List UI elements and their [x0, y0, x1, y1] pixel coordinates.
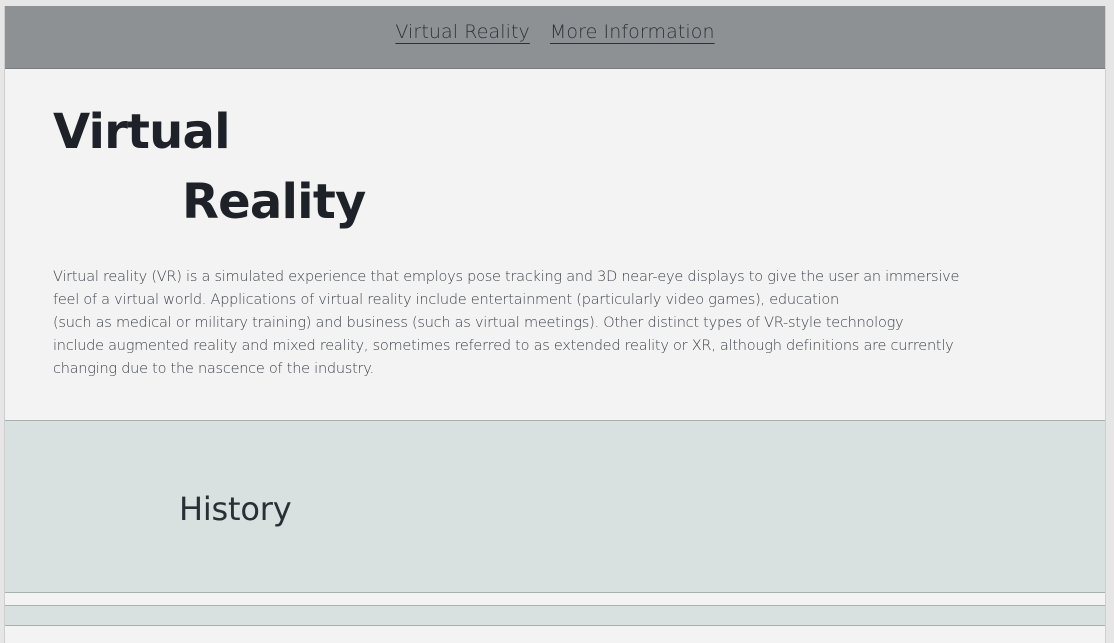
introduction-paragraph: Virtual reality (VR) is a simulated expe… [53, 266, 988, 381]
history-section: History [5, 420, 1105, 593]
page-title-line-2: Reality [182, 174, 366, 230]
page-title: Virtual Reality [53, 97, 366, 237]
nav-link-virtual-reality[interactable]: Virtual Reality [395, 21, 530, 43]
next-content-section [5, 605, 1105, 626]
intro-line-5: changing due to the nascence of the indu… [53, 361, 374, 377]
virtual-reality-section: Virtual Reality Virtual reality (VR) is … [5, 69, 1105, 420]
history-heading: History [179, 490, 292, 528]
navigation-links: Virtual Reality More Information [5, 21, 1105, 43]
intro-line-3: (such as medical or military training) a… [53, 315, 904, 331]
intro-line-2: feel of a virtual world. Applications of… [53, 292, 839, 308]
intro-line-1: Virtual reality (VR) is a simulated expe… [53, 269, 960, 285]
browser-page: Virtual Reality More Information Virtual… [4, 6, 1106, 643]
intro-line-4: include augmented reality and mixed real… [53, 338, 954, 354]
top-navigation-bar: Virtual Reality More Information [5, 6, 1105, 69]
nav-link-more-information[interactable]: More Information [550, 21, 715, 43]
page-title-line-1: Virtual [53, 104, 231, 160]
